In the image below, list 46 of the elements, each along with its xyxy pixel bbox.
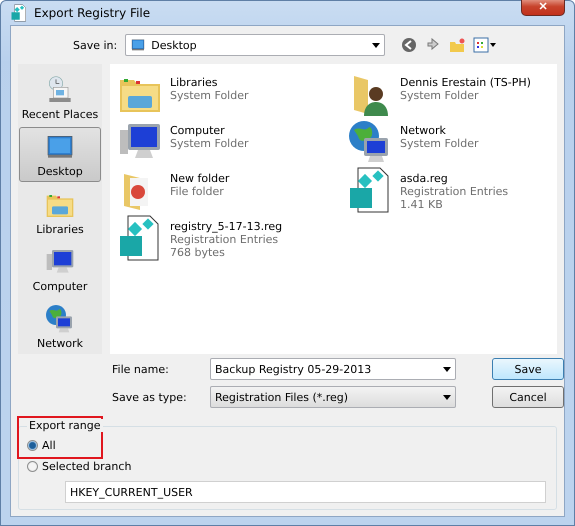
desktop-icon (130, 37, 146, 53)
file-detail: System Folder (400, 137, 479, 150)
file-detail: System Folder (170, 89, 249, 102)
save-in-label: Save in: (73, 38, 118, 52)
radio-option[interactable]: Selected branch (27, 460, 546, 473)
file-name[interactable]: Computer (170, 124, 249, 137)
dialog-button[interactable]: Save (492, 358, 564, 380)
caret-icon (443, 394, 451, 400)
file-detail: Registration Entries (170, 233, 280, 246)
file-detail: 1.41 KB (400, 198, 444, 211)
place-item[interactable]: Network (19, 298, 101, 354)
place-item[interactable]: Recent Places (19, 70, 101, 126)
new-folder-icon[interactable] (449, 37, 466, 53)
place-item[interactable]: Computer (19, 242, 101, 297)
up-folder-icon[interactable] (425, 37, 442, 53)
save-as-type-label: Save as type: (112, 390, 188, 404)
branch-field[interactable]: HKEY_CURRENT_USER (65, 481, 546, 503)
view-menu-icon[interactable] (473, 37, 498, 53)
file-detail: Registration Entries (400, 185, 508, 198)
save-as-type-dropdown[interactable]: Registration Files (*.reg) (210, 386, 456, 408)
file-name[interactable]: Network (400, 124, 479, 137)
place-item[interactable]: Desktop (19, 127, 101, 182)
file-detail: 768 bytes (170, 246, 226, 259)
caret-icon (443, 366, 451, 372)
file-name-field[interactable]: Backup Registry 05-29-2013 (210, 358, 456, 380)
file-detail: File folder (170, 185, 225, 198)
file-name[interactable]: Libraries (170, 76, 249, 89)
file-name[interactable]: New folder (170, 172, 230, 185)
close-button[interactable]: ✕ (521, 0, 565, 16)
place-item[interactable]: Libraries (19, 184, 101, 240)
group-title: Export range (27, 419, 102, 432)
registry-file-icon (10, 4, 28, 22)
caret-icon (372, 42, 380, 48)
file-detail: System Folder (400, 89, 480, 102)
file-detail: System Folder (170, 137, 249, 150)
radio-option[interactable]: All (27, 439, 546, 452)
save-in-dropdown[interactable]: Desktop (125, 34, 386, 56)
radio-icon[interactable] (27, 461, 38, 472)
window-title: Export Registry File (34, 6, 152, 20)
file-name[interactable]: asda.reg (400, 172, 508, 185)
file-name-label: File name: (112, 362, 170, 376)
file-name[interactable]: registry_5-17-13.reg (170, 220, 282, 233)
dialog-button[interactable]: Cancel (492, 386, 564, 408)
back-icon[interactable] (401, 37, 418, 53)
file-name[interactable]: Dennis Erestain (TS-PH) (400, 76, 531, 89)
radio-icon[interactable] (27, 440, 38, 451)
